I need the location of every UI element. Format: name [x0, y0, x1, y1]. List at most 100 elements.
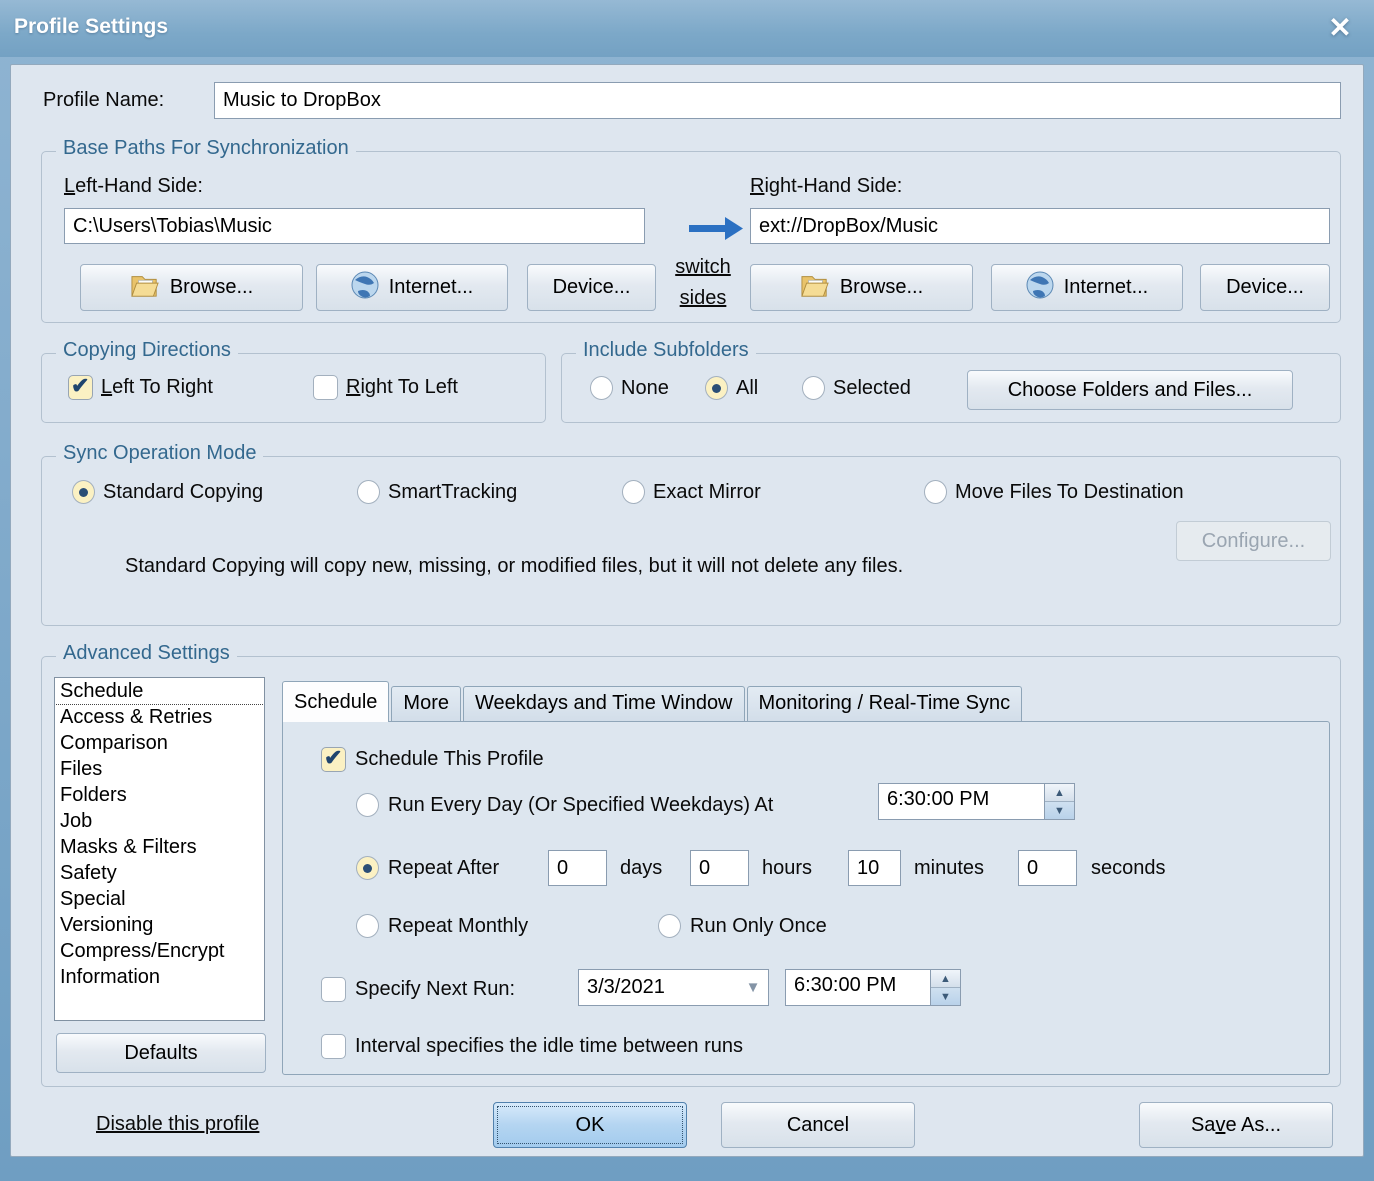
- radio-icon: [622, 480, 645, 504]
- list-item-safety[interactable]: Safety: [55, 860, 264, 886]
- profile-name-row: Profile Name:: [43, 89, 164, 112]
- radio-move-files[interactable]: Move Files To Destination: [924, 480, 1184, 504]
- repeat-monthly-radio[interactable]: Repeat Monthly: [356, 914, 528, 938]
- list-item-masks-filters[interactable]: Masks & Filters: [55, 834, 264, 860]
- sync-mode-description: Standard Copying will copy new, missing,…: [125, 555, 903, 578]
- radio-icon: [356, 793, 379, 817]
- radio-none[interactable]: None: [590, 376, 669, 400]
- globe-icon: [1026, 271, 1054, 305]
- advanced-settings-list[interactable]: Schedule Access & Retries Comparison Fil…: [54, 677, 265, 1021]
- radio-standard-copying[interactable]: Standard Copying: [72, 480, 263, 504]
- radio-selected-icon: [705, 376, 728, 400]
- hours-input[interactable]: [690, 850, 749, 886]
- radio-selected-icon: [356, 856, 379, 880]
- minutes-input[interactable]: [848, 850, 901, 886]
- title-bar: Profile Settings ✕: [0, 0, 1374, 57]
- list-item-access-retries[interactable]: Access & Retries: [55, 704, 264, 730]
- left-browse-label: Browse...: [170, 276, 253, 299]
- sync-operation-mode-group: Sync Operation Mode Standard Copying Sma…: [41, 456, 1341, 626]
- run-every-day-radio[interactable]: Run Every Day (Or Specified Weekdays) At: [356, 793, 773, 817]
- base-paths-group: Base Paths For Synchronization Left-Hand…: [41, 151, 1341, 323]
- radio-icon: [658, 914, 681, 938]
- spin-up-icon[interactable]: ▲: [1045, 784, 1074, 801]
- list-item-comparison[interactable]: Comparison: [55, 730, 264, 756]
- list-item-files[interactable]: Files: [55, 756, 264, 782]
- repeat-after-radio[interactable]: Repeat After: [356, 856, 499, 880]
- sync-mode-title: Sync Operation Mode: [56, 442, 263, 465]
- specify-next-run-checkbox[interactable]: Specify Next Run:: [321, 977, 515, 1002]
- chevron-down-icon: ▼: [738, 979, 768, 996]
- run-only-once-radio[interactable]: Run Only Once: [658, 914, 827, 938]
- schedule-tab-panel: Schedule This Profile Run Every Day (Or …: [282, 721, 1330, 1075]
- list-item-compress-encrypt[interactable]: Compress/Encrypt: [55, 938, 264, 964]
- left-internet-label: Internet...: [389, 276, 474, 299]
- profile-name-label: Profile Name:: [43, 89, 164, 112]
- right-to-left-checkbox[interactable]: Right To Left: [313, 375, 458, 400]
- spin-down-icon[interactable]: ▼: [1045, 801, 1074, 819]
- time-spinner-buttons[interactable]: ▲ ▼: [930, 970, 960, 1005]
- switch-sides-link[interactable]: switch sides: [673, 256, 733, 310]
- list-item-information[interactable]: Information: [55, 964, 264, 990]
- disable-profile-link[interactable]: Disable this profile: [96, 1113, 259, 1136]
- right-hand-side-label: Right-Hand Side:: [750, 175, 902, 198]
- radio-icon: [590, 376, 613, 400]
- next-run-time-spinner[interactable]: 6:30:00 PM ▲ ▼: [785, 969, 961, 1006]
- left-hand-side-label: Left-Hand Side:: [64, 175, 203, 198]
- days-input[interactable]: [548, 850, 607, 886]
- left-device-button[interactable]: Device...: [527, 264, 656, 311]
- list-item-schedule[interactable]: Schedule: [55, 678, 264, 704]
- right-browse-label: Browse...: [840, 276, 923, 299]
- run-time-spinner[interactable]: 6:30:00 PM ▲ ▼: [878, 783, 1075, 820]
- next-run-date-dropdown[interactable]: 3/3/2021 ▼: [578, 969, 769, 1006]
- folder-icon: [800, 271, 830, 305]
- list-item-folders[interactable]: Folders: [55, 782, 264, 808]
- right-device-button[interactable]: Device...: [1200, 264, 1330, 311]
- profile-settings-dialog: Profile Settings ✕ Profile Name: Base Pa…: [0, 0, 1374, 1181]
- radio-all[interactable]: All: [705, 376, 758, 400]
- list-item-special[interactable]: Special: [55, 886, 264, 912]
- schedule-this-profile-checkbox[interactable]: Schedule This Profile: [321, 747, 544, 772]
- right-browse-button[interactable]: Browse...: [750, 264, 973, 311]
- tab-more[interactable]: More: [391, 686, 461, 722]
- spin-down-icon[interactable]: ▼: [931, 987, 960, 1005]
- radio-icon: [357, 480, 380, 504]
- radio-selected[interactable]: Selected: [802, 376, 911, 400]
- tab-schedule[interactable]: Schedule: [282, 681, 389, 722]
- tab-weekdays-time-window[interactable]: Weekdays and Time Window: [463, 686, 745, 722]
- save-as-button[interactable]: Save As...: [1139, 1102, 1333, 1148]
- defaults-button[interactable]: Defaults: [56, 1033, 266, 1073]
- interval-idle-checkbox[interactable]: Interval specifies the idle time between…: [321, 1034, 743, 1059]
- radio-selected-icon: [72, 480, 95, 504]
- cancel-button[interactable]: Cancel: [721, 1102, 915, 1148]
- close-icon[interactable]: ✕: [1322, 10, 1358, 46]
- tab-monitoring-realtime-sync[interactable]: Monitoring / Real-Time Sync: [747, 686, 1023, 722]
- left-internet-button[interactable]: Internet...: [316, 264, 508, 311]
- direction-arrow-icon: [685, 214, 747, 247]
- profile-name-input[interactable]: [214, 82, 1341, 119]
- left-device-label: Device...: [553, 276, 631, 299]
- folder-icon: [130, 271, 160, 305]
- left-browse-button[interactable]: Browse...: [80, 264, 303, 311]
- ok-button[interactable]: OK: [493, 1102, 687, 1148]
- checkbox-unchecked-icon: [313, 375, 338, 400]
- choose-folders-button[interactable]: Choose Folders and Files...: [967, 370, 1293, 410]
- left-to-right-checkbox[interactable]: Left To Right: [68, 375, 213, 400]
- run-time-value: 6:30:00 PM: [879, 784, 1044, 819]
- include-subfolders-title: Include Subfolders: [576, 339, 756, 362]
- radio-icon: [924, 480, 947, 504]
- list-item-versioning[interactable]: Versioning: [55, 912, 264, 938]
- radio-smarttracking[interactable]: SmartTracking: [357, 480, 517, 504]
- days-label: days: [620, 857, 662, 880]
- dialog-title: Profile Settings: [14, 15, 168, 39]
- time-spinner-buttons[interactable]: ▲ ▼: [1044, 784, 1074, 819]
- checkbox-unchecked-icon: [321, 977, 346, 1002]
- seconds-input[interactable]: [1018, 850, 1077, 886]
- spin-up-icon[interactable]: ▲: [931, 970, 960, 987]
- radio-exact-mirror[interactable]: Exact Mirror: [622, 480, 761, 504]
- right-internet-button[interactable]: Internet...: [991, 264, 1183, 311]
- seconds-label: seconds: [1091, 857, 1166, 880]
- minutes-label: minutes: [914, 857, 984, 880]
- left-path-input[interactable]: [64, 208, 645, 244]
- list-item-job[interactable]: Job: [55, 808, 264, 834]
- right-path-input[interactable]: [750, 208, 1330, 244]
